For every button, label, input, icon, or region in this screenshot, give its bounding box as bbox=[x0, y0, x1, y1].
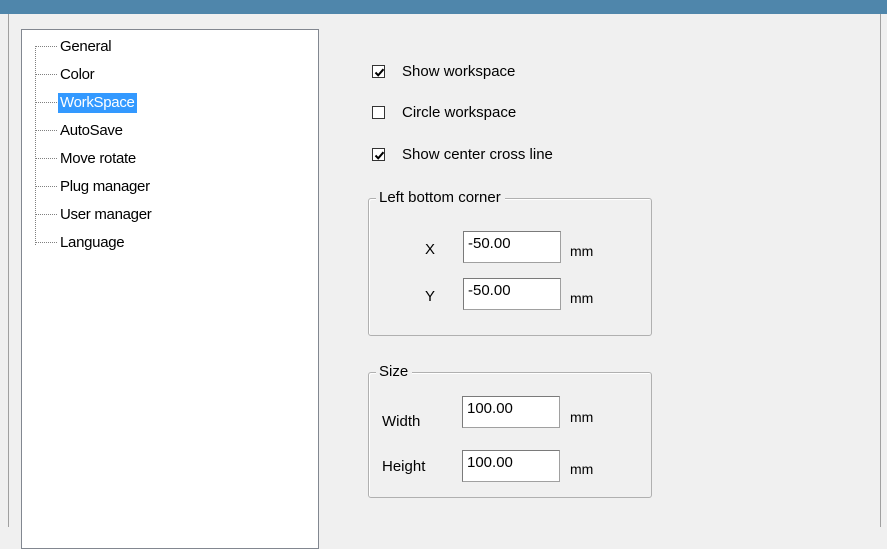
y-input[interactable]: -50.00 bbox=[463, 278, 561, 310]
size-title: Size bbox=[376, 363, 413, 381]
show-center-cross-label: Show center cross line bbox=[402, 146, 553, 163]
tree-branch-line bbox=[35, 74, 57, 75]
tree-branch-line bbox=[35, 46, 57, 47]
tree-branch-line bbox=[35, 214, 57, 215]
x-label: X bbox=[425, 241, 436, 258]
circle-workspace-label: Circle workspace bbox=[402, 104, 517, 121]
tree-item-label: Plug manager bbox=[60, 178, 150, 195]
x-unit: mm bbox=[570, 243, 594, 259]
tree-item-label: AutoSave bbox=[60, 122, 123, 139]
left-bottom-corner-group: Left bottom corner X -50.00 mm Y -50.00 … bbox=[368, 189, 652, 336]
left-bottom-corner-title: Left bottom corner bbox=[376, 189, 505, 207]
tree-branch-line bbox=[35, 242, 57, 243]
width-label: Width bbox=[382, 413, 421, 430]
window-frame-left bbox=[0, 14, 9, 527]
tree-item-label: General bbox=[60, 38, 112, 55]
circle-workspace-checkbox[interactable] bbox=[372, 106, 385, 119]
show-center-cross-checkbox[interactable] bbox=[372, 148, 385, 161]
show-workspace-label: Show workspace bbox=[402, 63, 516, 80]
tree-item-label: Language bbox=[60, 234, 125, 251]
tree-branch-line bbox=[35, 186, 57, 187]
tree-item-label: Color bbox=[60, 66, 95, 83]
checkmark-icon bbox=[374, 151, 385, 160]
size-group: Size Width 100.00 mm Height 100.00 mm bbox=[368, 363, 652, 498]
height-label: Height bbox=[382, 458, 426, 475]
x-input[interactable]: -50.00 bbox=[463, 231, 561, 263]
tree-branch-line bbox=[35, 102, 57, 103]
tree-item-label: User manager bbox=[60, 206, 152, 223]
checkmark-icon bbox=[374, 68, 385, 77]
tree-branch-line bbox=[35, 158, 57, 159]
tree-branch-line bbox=[35, 130, 57, 131]
tree-connector-line bbox=[35, 46, 36, 245]
width-unit: mm bbox=[570, 409, 594, 425]
height-input[interactable]: 100.00 bbox=[462, 450, 560, 482]
window-frame-right bbox=[880, 14, 887, 527]
show-workspace-checkbox[interactable] bbox=[372, 65, 385, 78]
width-input[interactable]: 100.00 bbox=[462, 396, 560, 428]
y-label: Y bbox=[425, 288, 436, 305]
tree-item-label: WorkSpace bbox=[58, 93, 137, 113]
settings-tree[interactable]: General Color WorkSpace AutoSave Move ro… bbox=[21, 29, 319, 549]
tree-item-label: Move rotate bbox=[60, 150, 136, 167]
height-unit: mm bbox=[570, 461, 594, 477]
window-title-bar bbox=[0, 0, 887, 14]
y-unit: mm bbox=[570, 290, 594, 306]
